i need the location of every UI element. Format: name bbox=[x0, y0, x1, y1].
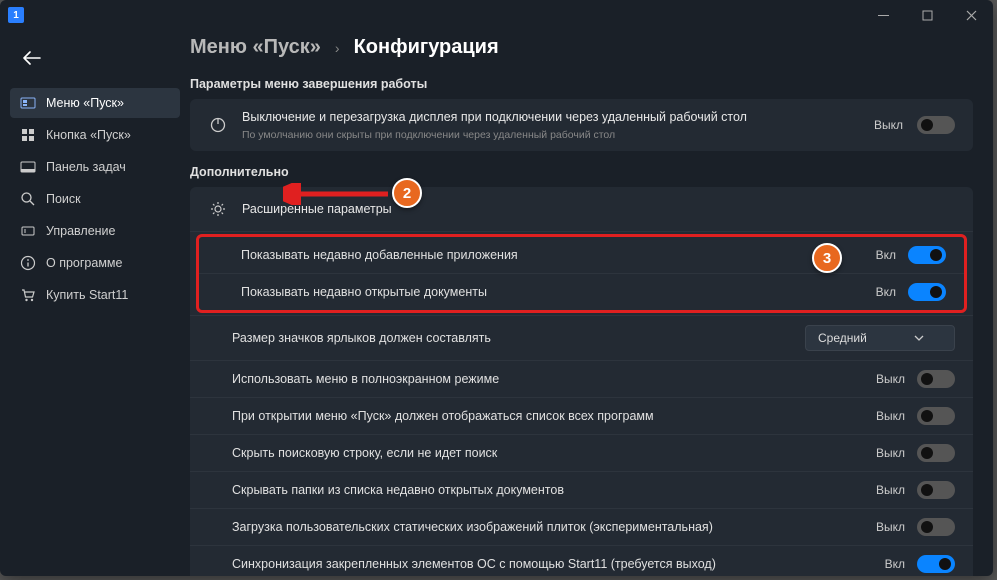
back-button[interactable] bbox=[16, 42, 48, 74]
toggle-state: Вкл bbox=[885, 557, 905, 571]
close-button[interactable] bbox=[949, 0, 993, 30]
breadcrumb: Меню «Пуск» › Конфигурация bbox=[190, 36, 973, 59]
minimize-button[interactable] bbox=[861, 0, 905, 30]
icon-size-select[interactable]: Средний bbox=[805, 325, 955, 351]
toggle-state: Вкл bbox=[876, 285, 896, 299]
sidebar-item-label: Панель задач bbox=[46, 160, 126, 174]
start-menu-icon bbox=[20, 95, 36, 111]
advanced-panel: Расширенные параметры Показывать недавно… bbox=[190, 187, 973, 577]
nav-list: Меню «Пуск» Кнопка «Пуск» Панель задач П… bbox=[10, 88, 180, 310]
shutdown-row-title: Выключение и перезагрузка дисплея при по… bbox=[242, 109, 860, 127]
breadcrumb-current: Конфигурация bbox=[354, 36, 499, 59]
annotation-badge-3: 3 bbox=[812, 243, 842, 273]
setting-label: Показывать недавно добавленные приложени… bbox=[241, 248, 864, 262]
content: Меню «Пуск» Кнопка «Пуск» Панель задач П… bbox=[0, 30, 993, 576]
toggle-state: Выкл bbox=[876, 446, 905, 460]
setting-label: Скрыть поисковую строку, если не идет по… bbox=[232, 446, 864, 460]
advanced-header[interactable]: Расширенные параметры bbox=[190, 187, 973, 232]
app-window: 1 Меню «Пуск» Кнопка «Пуск» bbox=[0, 0, 993, 576]
shutdown-row-body: Выключение и перезагрузка дисплея при по… bbox=[242, 109, 860, 141]
sidebar-item-label: О программе bbox=[46, 256, 122, 270]
chevron-down-icon bbox=[914, 335, 924, 341]
recent-docs-toggle[interactable] bbox=[908, 283, 946, 301]
section-advanced-title: Дополнительно bbox=[190, 165, 973, 179]
annotation-badge-2: 2 bbox=[392, 178, 422, 208]
power-icon bbox=[208, 115, 228, 135]
sidebar-item-start-button[interactable]: Кнопка «Пуск» bbox=[10, 120, 180, 150]
setting-label: Загрузка пользовательских статических из… bbox=[232, 520, 864, 534]
breadcrumb-parent[interactable]: Меню «Пуск» bbox=[190, 36, 321, 59]
start-button-icon bbox=[20, 127, 36, 143]
sidebar-item-control[interactable]: Управление bbox=[10, 216, 180, 246]
fullscreen-toggle[interactable] bbox=[917, 370, 955, 388]
setting-label: Показывать недавно открытые документы bbox=[241, 285, 864, 299]
all-programs-toggle[interactable] bbox=[917, 407, 955, 425]
hide-search-toggle[interactable] bbox=[917, 444, 955, 462]
setting-sync-pinned: Синхронизация закрепленных элементов ОС … bbox=[190, 545, 973, 577]
setting-hide-search: Скрыть поисковую строку, если не идет по… bbox=[190, 434, 973, 471]
shutdown-toggle[interactable] bbox=[917, 116, 955, 134]
sidebar-item-search[interactable]: Поиск bbox=[10, 184, 180, 214]
setting-recent-apps: Показывать недавно добавленные приложени… bbox=[199, 237, 964, 273]
maximize-button[interactable] bbox=[905, 0, 949, 30]
toggle-state: Выкл bbox=[876, 520, 905, 534]
control-icon bbox=[20, 223, 36, 239]
setting-all-programs: При открытии меню «Пуск» должен отобража… bbox=[190, 397, 973, 434]
info-icon bbox=[20, 255, 36, 271]
sidebar-item-label: Кнопка «Пуск» bbox=[46, 128, 131, 142]
setting-label: Использовать меню в полноэкранном режиме bbox=[232, 372, 864, 386]
setting-tile-images: Загрузка пользовательских статических из… bbox=[190, 508, 973, 545]
toggle-state: Выкл bbox=[876, 409, 905, 423]
setting-label: Синхронизация закрепленных элементов ОС … bbox=[232, 557, 873, 571]
advanced-header-title: Расширенные параметры bbox=[242, 202, 392, 216]
gear-icon bbox=[208, 199, 228, 219]
sidebar: Меню «Пуск» Кнопка «Пуск» Панель задач П… bbox=[0, 30, 190, 576]
annotation-highlight: Показывать недавно добавленные приложени… bbox=[196, 234, 967, 313]
tile-images-toggle[interactable] bbox=[917, 518, 955, 536]
window-buttons bbox=[861, 0, 993, 30]
sidebar-item-label: Управление bbox=[46, 224, 116, 238]
toggle-state: Вкл bbox=[876, 248, 896, 262]
sidebar-item-about[interactable]: О программе bbox=[10, 248, 180, 278]
sidebar-item-label: Купить Start11 bbox=[46, 288, 128, 302]
chevron-right-icon: › bbox=[335, 40, 340, 56]
sidebar-item-buy[interactable]: Купить Start11 bbox=[10, 280, 180, 310]
sync-pinned-toggle[interactable] bbox=[917, 555, 955, 573]
setting-recent-docs: Показывать недавно открытые документы Вк… bbox=[199, 273, 964, 310]
sidebar-item-label: Меню «Пуск» bbox=[46, 96, 124, 110]
toggle-state: Выкл bbox=[876, 372, 905, 386]
app-icon: 1 bbox=[8, 7, 24, 23]
sidebar-item-label: Поиск bbox=[46, 192, 81, 206]
toggle-state: Выкл bbox=[874, 118, 903, 132]
sidebar-item-start-menu[interactable]: Меню «Пуск» bbox=[10, 88, 180, 118]
cart-icon bbox=[20, 287, 36, 303]
setting-hide-folders: Скрывать папки из списка недавно открыты… bbox=[190, 471, 973, 508]
shutdown-panel: Выключение и перезагрузка дисплея при по… bbox=[190, 99, 973, 151]
sidebar-item-taskbar[interactable]: Панель задач bbox=[10, 152, 180, 182]
taskbar-icon bbox=[20, 159, 36, 175]
setting-label: Размер значков ярлыков должен составлять bbox=[232, 331, 793, 345]
titlebar: 1 bbox=[0, 0, 993, 30]
toggle-state: Выкл bbox=[876, 483, 905, 497]
shutdown-row: Выключение и перезагрузка дисплея при по… bbox=[190, 99, 973, 151]
select-value: Средний bbox=[818, 331, 867, 345]
hide-folders-toggle[interactable] bbox=[917, 481, 955, 499]
shutdown-row-sub: По умолчанию они скрыты при подключении … bbox=[242, 129, 860, 141]
search-icon bbox=[20, 191, 36, 207]
recent-apps-toggle[interactable] bbox=[908, 246, 946, 264]
setting-icon-size: Размер значков ярлыков должен составлять… bbox=[190, 315, 973, 360]
setting-fullscreen: Использовать меню в полноэкранном режиме… bbox=[190, 360, 973, 397]
setting-label: При открытии меню «Пуск» должен отобража… bbox=[232, 409, 864, 423]
section-shutdown-title: Параметры меню завершения работы bbox=[190, 77, 973, 91]
main-content: Меню «Пуск» › Конфигурация Параметры мен… bbox=[190, 30, 993, 576]
setting-label: Скрывать папки из списка недавно открыты… bbox=[232, 483, 864, 497]
